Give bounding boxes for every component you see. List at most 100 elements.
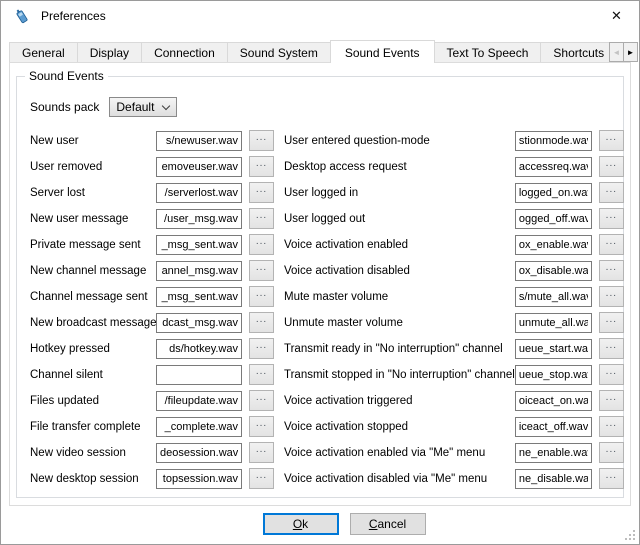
sound-file-input[interactable] — [515, 469, 592, 489]
sound-event-row: User logged in... — [284, 182, 624, 203]
browse-button[interactable]: ... — [599, 338, 624, 359]
sound-event-row: Files updated... — [30, 390, 274, 411]
resize-grip[interactable] — [625, 530, 635, 540]
browse-button[interactable]: ... — [249, 416, 274, 437]
sound-file-input[interactable] — [156, 417, 242, 437]
sound-event-label: File transfer complete — [30, 421, 156, 433]
sound-file-input[interactable] — [515, 365, 592, 385]
sound-events-column-right: User entered question-mode...Desktop acc… — [284, 130, 624, 489]
browse-button[interactable]: ... — [599, 442, 624, 463]
tab-shortcuts[interactable]: Shortcuts — [540, 42, 617, 63]
browse-button[interactable]: ... — [599, 260, 624, 281]
browse-button[interactable]: ... — [599, 312, 624, 333]
sound-file-input[interactable] — [156, 443, 242, 463]
sound-file-input[interactable] — [515, 157, 592, 177]
sound-file-input[interactable] — [515, 339, 592, 359]
sound-event-row: Unmute master volume... — [284, 312, 624, 333]
browse-button[interactable]: ... — [249, 156, 274, 177]
sound-file-input[interactable] — [515, 261, 592, 281]
browse-button[interactable]: ... — [249, 208, 274, 229]
sound-file-input[interactable] — [515, 417, 592, 437]
close-icon[interactable]: ✕ — [594, 1, 639, 30]
tab-sound-system[interactable]: Sound System — [227, 42, 331, 63]
ok-button[interactable]: Ok — [263, 513, 339, 535]
sound-file-input[interactable] — [515, 313, 592, 333]
sound-event-row: Transmit ready in "No interruption" chan… — [284, 338, 624, 359]
sound-event-row: Voice activation stopped... — [284, 416, 624, 437]
browse-button[interactable]: ... — [599, 416, 624, 437]
browse-button[interactable]: ... — [249, 286, 274, 307]
sound-event-row: User removed... — [30, 156, 274, 177]
tab-scroll-left-icon[interactable]: ◄ — [609, 42, 624, 62]
tab-sound-events[interactable]: Sound Events — [330, 40, 435, 63]
tab-general[interactable]: General — [9, 42, 78, 63]
sound-event-row: Transmit stopped in "No interruption" ch… — [284, 364, 624, 385]
browse-button[interactable]: ... — [249, 364, 274, 385]
browse-button[interactable]: ... — [599, 286, 624, 307]
browse-button[interactable]: ... — [599, 130, 624, 151]
browse-button[interactable]: ... — [249, 260, 274, 281]
tab-scroll-right-icon[interactable]: ► — [623, 42, 638, 62]
tab-text-to-speech[interactable]: Text To Speech — [434, 42, 542, 63]
sound-event-label: Files updated — [30, 395, 156, 407]
sound-event-label: User logged out — [284, 213, 515, 225]
browse-button[interactable]: ... — [249, 130, 274, 151]
sound-file-input[interactable] — [156, 313, 242, 333]
browse-button[interactable]: ... — [249, 338, 274, 359]
sound-file-input[interactable] — [156, 391, 242, 411]
sound-file-input[interactable] — [515, 443, 592, 463]
browse-button[interactable]: ... — [249, 312, 274, 333]
browse-button[interactable]: ... — [249, 468, 274, 489]
sound-event-row: Voice activation disabled via "Me" menu.… — [284, 468, 624, 489]
sound-file-input[interactable] — [156, 365, 242, 385]
sound-file-input[interactable] — [156, 131, 242, 151]
browse-button[interactable]: ... — [249, 390, 274, 411]
sound-file-input[interactable] — [156, 339, 242, 359]
sound-event-label: Voice activation enabled via "Me" menu — [284, 447, 515, 459]
sound-event-row: New channel message... — [30, 260, 274, 281]
cancel-button[interactable]: Cancel — [350, 513, 426, 535]
sound-event-label: Voice activation enabled — [284, 239, 515, 251]
sounds-pack-label: Sounds pack — [30, 100, 99, 114]
sound-event-label: Voice activation triggered — [284, 395, 515, 407]
browse-button[interactable]: ... — [599, 234, 624, 255]
sound-event-label: User entered question-mode — [284, 135, 515, 147]
browse-button[interactable]: ... — [599, 364, 624, 385]
browse-button[interactable]: ... — [599, 182, 624, 203]
browse-button[interactable]: ... — [249, 442, 274, 463]
browse-button[interactable]: ... — [249, 234, 274, 255]
sound-file-input[interactable] — [515, 131, 592, 151]
sound-event-columns: New user...User removed...Server lost...… — [30, 130, 613, 489]
sound-event-row: New video session... — [30, 442, 274, 463]
sound-file-input[interactable] — [156, 209, 242, 229]
sound-file-input[interactable] — [156, 261, 242, 281]
browse-button[interactable]: ... — [599, 156, 624, 177]
sounds-pack-select[interactable]: Default — [109, 97, 177, 117]
sound-event-label: Hotkey pressed — [30, 343, 156, 355]
browse-button[interactable]: ... — [249, 182, 274, 203]
sound-event-label: Transmit ready in "No interruption" chan… — [284, 343, 515, 355]
sound-file-input[interactable] — [156, 469, 242, 489]
sound-file-input[interactable] — [156, 157, 242, 177]
sound-events-groupbox: Sound Events Sounds pack Default New use… — [16, 76, 624, 498]
browse-button[interactable]: ... — [599, 390, 624, 411]
sound-file-input[interactable] — [515, 287, 592, 307]
sound-file-input[interactable] — [156, 183, 242, 203]
sound-file-input[interactable] — [156, 235, 242, 255]
sound-file-input[interactable] — [515, 391, 592, 411]
sound-event-row: Private message sent... — [30, 234, 274, 255]
browse-button[interactable]: ... — [599, 208, 624, 229]
tab-connection[interactable]: Connection — [141, 42, 228, 63]
preferences-dialog: Preferences ✕ GeneralDisplayConnectionSo… — [0, 0, 640, 545]
browse-button[interactable]: ... — [599, 468, 624, 489]
sound-event-row: Desktop access request... — [284, 156, 624, 177]
tab-display[interactable]: Display — [77, 42, 142, 63]
sound-event-label: New channel message — [30, 265, 156, 277]
sound-file-input[interactable] — [156, 287, 242, 307]
sound-file-input[interactable] — [515, 183, 592, 203]
sound-file-input[interactable] — [515, 209, 592, 229]
sound-event-label: Server lost — [30, 187, 156, 199]
sound-event-label: New user — [30, 135, 156, 147]
sound-file-input[interactable] — [515, 235, 592, 255]
sound-events-column-left: New user...User removed...Server lost...… — [30, 130, 274, 489]
